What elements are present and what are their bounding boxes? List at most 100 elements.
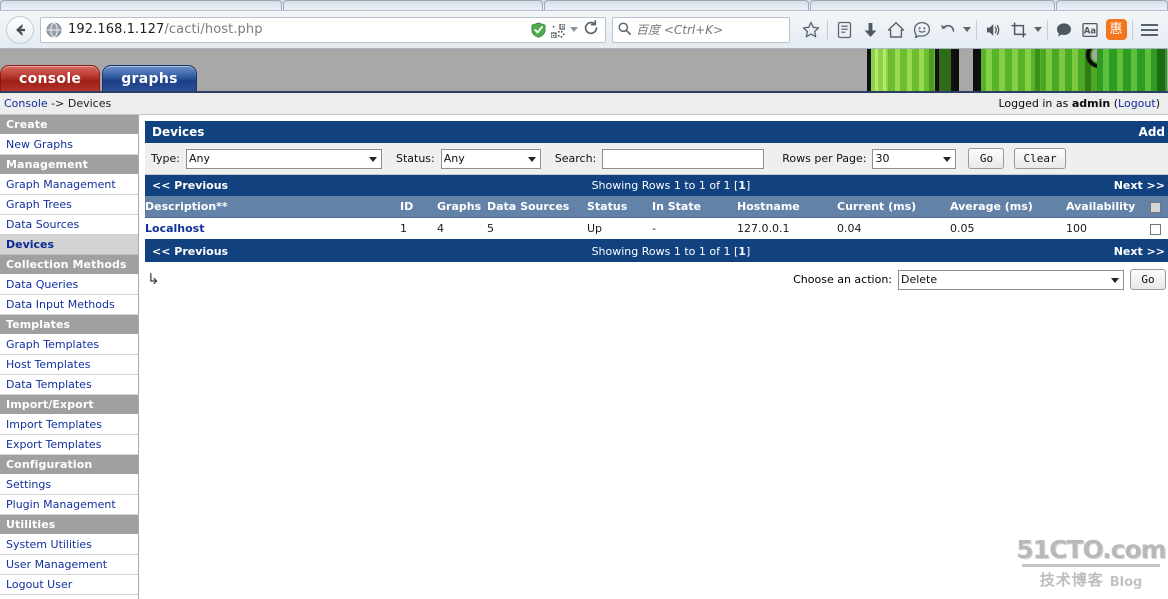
browser-tab[interactable] [1056, 0, 1168, 10]
sidebar-item-export-templates[interactable]: Export Templates [0, 435, 138, 455]
cell-graphs: 4 [437, 217, 487, 241]
status-filter-select[interactable]: Any [440, 148, 541, 169]
browser-tab[interactable] [283, 0, 543, 10]
sidebar-item-data-queries[interactable]: Data Queries [0, 275, 138, 295]
sidebar-navigation: Create New Graphs Management Graph Manageme… [0, 115, 139, 599]
column-header-status[interactable]: Status [587, 196, 652, 218]
next-page-link-bottom[interactable]: Next >> [1114, 245, 1165, 258]
action-go-button[interactable]: Go [1130, 269, 1166, 290]
cell-status: Up [587, 217, 652, 241]
browser-tab[interactable] [0, 0, 282, 10]
shield-icon[interactable] [531, 21, 546, 38]
sidebar-item-host-templates[interactable]: Host Templates [0, 355, 138, 375]
breadcrumb-console-link[interactable]: Console [4, 97, 48, 110]
login-status: Logged in as admin (Logout) [998, 97, 1160, 110]
sidebar-item-graph-templates[interactable]: Graph Templates [0, 335, 138, 355]
choose-action-wrapper[interactable]: Delete [898, 269, 1124, 290]
status-filter-wrapper[interactable]: Any [440, 148, 541, 169]
column-header-description[interactable]: Description** [145, 196, 400, 218]
table-header-row: Description** ID Graphs Data Sources Sta… [145, 196, 1168, 218]
sidebar-item-data-templates[interactable]: Data Templates [0, 375, 138, 395]
chevron-down-icon[interactable] [1034, 27, 1042, 32]
row-select-checkbox[interactable] [1150, 223, 1161, 235]
table-row[interactable]: Localhost 1 4 5 Up - 127.0.0.1 0.04 0.05… [145, 217, 1168, 241]
sidebar-item-plugin-management[interactable]: Plugin Management [0, 495, 138, 515]
browser-tab[interactable] [544, 0, 809, 10]
browser-chrome: 192.168.1.127/cacti/host.php 百度 <Ctrl+K>… [0, 0, 1168, 49]
home-button[interactable] [883, 16, 909, 44]
type-filter-wrapper[interactable]: Any [185, 148, 382, 169]
pagination-bar-top: << Previous Showing Rows 1 to 1 of 1 [1]… [145, 175, 1168, 196]
tab-graphs[interactable]: graphs [102, 65, 197, 91]
sound-button[interactable] [980, 16, 1006, 44]
add-device-link[interactable]: Add [1139, 125, 1165, 139]
chevron-down-icon[interactable] [963, 27, 971, 32]
smiley-button[interactable] [909, 16, 935, 44]
column-header-id[interactable]: ID [400, 196, 437, 218]
address-bar[interactable]: 192.168.1.127/cacti/host.php [40, 16, 606, 43]
column-header-select-all [1150, 196, 1168, 218]
rows-per-page-select[interactable]: 30 [872, 148, 957, 169]
rows-per-page-label: Rows per Page: [782, 152, 867, 165]
translate-button[interactable]: Aa [1077, 16, 1103, 44]
type-filter-select[interactable]: Any [185, 148, 382, 169]
column-header-data-sources[interactable]: Data Sources [487, 196, 587, 218]
toolbar-divider [827, 19, 828, 40]
choose-action-select[interactable]: Delete [898, 269, 1124, 290]
rows-per-page-wrapper[interactable]: 30 [872, 148, 957, 169]
browser-tab[interactable] [810, 0, 1055, 10]
sidebar-header-collection-methods: Collection Methods [0, 255, 138, 275]
column-header-average-ms[interactable]: Average (ms) [950, 196, 1066, 218]
sidebar-item-new-graphs[interactable]: New Graphs [0, 135, 138, 155]
column-header-hostname[interactable]: Hostname [737, 196, 837, 218]
sidebar-item-system-utilities[interactable]: System Utilities [0, 535, 138, 555]
column-header-availability[interactable]: Availability [1066, 196, 1150, 218]
watermark-subtitle: 技术博客 Blog [1012, 569, 1168, 590]
search-input[interactable] [602, 148, 765, 169]
sidebar-item-data-sources[interactable]: Data Sources [0, 215, 138, 235]
previous-page-link-top[interactable]: << Previous [152, 179, 228, 192]
logout-link[interactable]: Logout [1118, 97, 1156, 110]
sidebar-item-data-input-methods[interactable]: Data Input Methods [0, 295, 138, 315]
reading-list-button[interactable] [831, 16, 857, 44]
filter-clear-button[interactable]: Clear [1014, 148, 1066, 169]
screenshot-button[interactable] [1006, 16, 1032, 44]
column-header-in-state[interactable]: In State [652, 196, 737, 218]
tab-console[interactable]: console [0, 65, 101, 91]
current-page-number-top[interactable]: 1 [738, 179, 746, 192]
current-page-number-bottom[interactable]: 1 [738, 245, 746, 258]
select-all-checkbox[interactable] [1150, 201, 1161, 213]
column-header-graphs[interactable]: Graphs [437, 196, 487, 218]
undo-button[interactable] [935, 16, 961, 44]
filter-go-button[interactable]: Go [968, 148, 1005, 169]
reload-icon[interactable] [583, 19, 599, 40]
browser-tab-strip[interactable] [0, 0, 1168, 11]
browser-extension-button[interactable]: 惠 [1103, 16, 1129, 44]
qr-code-icon[interactable] [550, 22, 566, 39]
watermark-chinese: 技术博客 [1039, 571, 1104, 589]
sidebar-item-import-templates[interactable]: Import Templates [0, 415, 138, 435]
browser-search-box[interactable]: 百度 <Ctrl+K> [612, 16, 790, 43]
bookmark-star-button[interactable] [798, 16, 824, 44]
breadcrumb-current: Devices [67, 97, 112, 110]
previous-page-link-bottom[interactable]: << Previous [152, 245, 228, 258]
sidebar-item-logout-user[interactable]: Logout User [0, 575, 138, 595]
globe-icon [46, 22, 62, 38]
downloads-button[interactable] [857, 16, 883, 44]
sidebar-item-graph-trees[interactable]: Graph Trees [0, 195, 138, 215]
next-page-link-top[interactable]: Next >> [1114, 179, 1165, 192]
comment-button[interactable] [1051, 16, 1077, 44]
undo-arrow-icon [941, 24, 955, 32]
sidebar-item-user-management[interactable]: User Management [0, 555, 138, 575]
back-button[interactable] [6, 15, 34, 44]
browser-menu-button[interactable] [1136, 16, 1162, 44]
chevron-down-icon[interactable] [570, 27, 578, 32]
crop-capture-icon [1011, 22, 1026, 37]
column-header-current-ms[interactable]: Current (ms) [837, 196, 950, 218]
cell-availability: 100 [1066, 217, 1150, 241]
device-link-localhost[interactable]: Localhost [145, 222, 204, 235]
sidebar-item-devices[interactable]: Devices [0, 235, 138, 255]
devices-panel-header: Devices Add [145, 121, 1168, 143]
sidebar-item-graph-management[interactable]: Graph Management [0, 175, 138, 195]
sidebar-item-settings[interactable]: Settings [0, 475, 138, 495]
